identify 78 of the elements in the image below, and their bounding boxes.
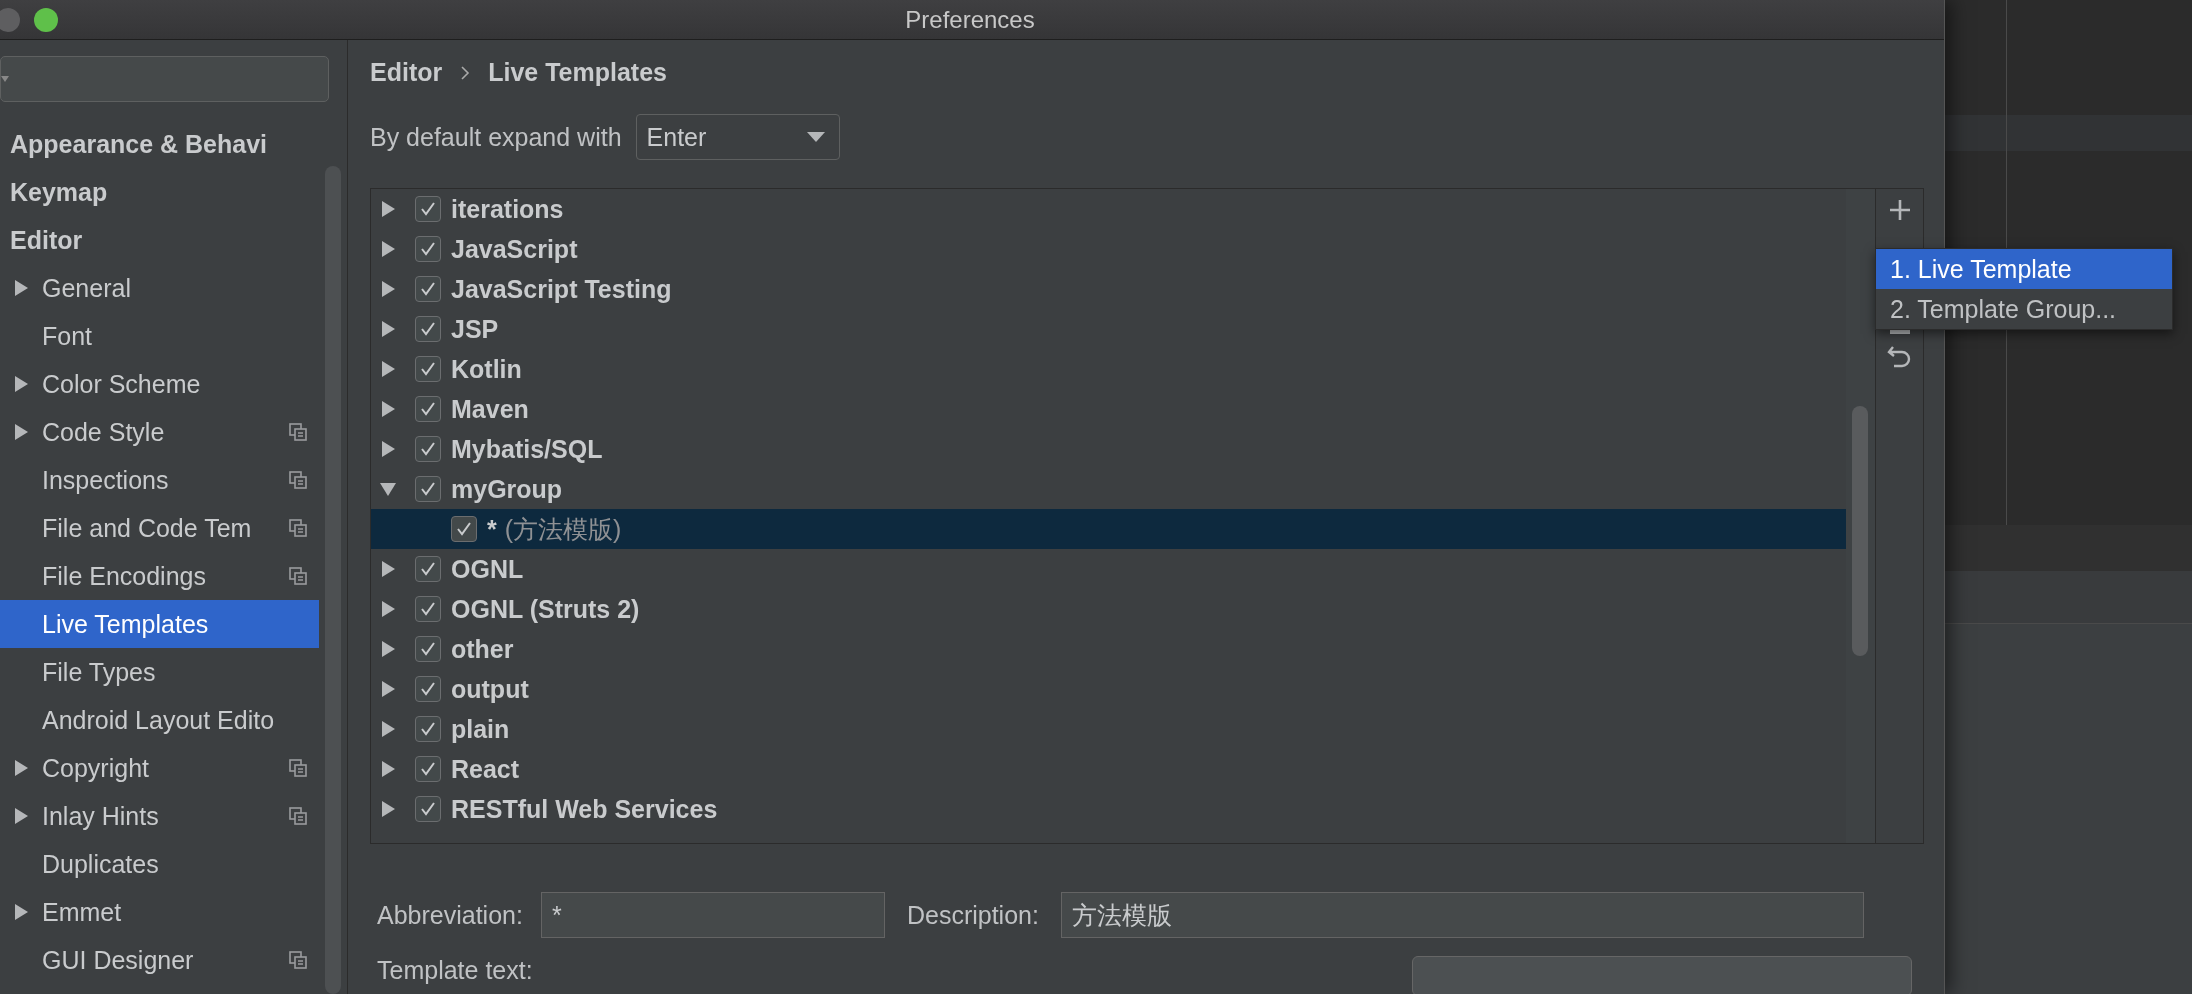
expand-key-dropdown[interactable]: Enter — [635, 114, 840, 160]
expand-with-label: By default expand with — [370, 122, 622, 152]
template-group-row[interactable]: React — [371, 749, 1846, 789]
template-group-row[interactable]: other — [371, 629, 1846, 669]
template-group-row[interactable]: JavaScript Testing — [371, 269, 1846, 309]
sidebar-item-label: Code Style — [42, 417, 165, 447]
template-group-row[interactable]: RESTful Web Services — [371, 789, 1846, 829]
sidebar-item[interactable]: Copyright — [0, 744, 319, 792]
template-abbreviation: * — [487, 514, 497, 544]
template-group-row[interactable]: Mybatis/SQL — [371, 429, 1846, 469]
sidebar-item[interactable]: General — [0, 264, 319, 312]
template-group-label: other — [451, 634, 514, 664]
template-row[interactable]: * (方法模版) — [371, 509, 1846, 549]
sidebar-item-label: Font — [42, 321, 93, 351]
template-group-row[interactable]: JSP — [371, 309, 1846, 349]
template-group-row[interactable]: Kotlin — [371, 349, 1846, 389]
description-field[interactable]: 方法模版 — [1060, 892, 1864, 938]
sidebar-item[interactable]: File and Code Tem — [0, 504, 319, 552]
template-group-label: myGroup — [451, 474, 563, 504]
sidebar-item[interactable]: Inspections — [0, 456, 319, 504]
menu-item[interactable]: 2. Template Group... — [1876, 289, 2172, 329]
sidebar-item-label: File and Code Tem — [42, 513, 252, 543]
sidebar-item[interactable]: Emmet — [0, 888, 319, 936]
sidebar-item[interactable]: Inlay Hints — [0, 792, 319, 840]
template-group-label: OGNL — [451, 554, 524, 584]
abbreviation-label: Abbreviation: — [377, 900, 523, 930]
sidebar-item-label: GUI Designer — [42, 945, 194, 975]
template-group-label: Kotlin — [451, 354, 522, 384]
sidebar-item-label: Live Templates — [42, 609, 209, 639]
template-group-label: plain — [451, 714, 510, 744]
sidebar-item-label: Inlay Hints — [42, 801, 159, 831]
sidebar-item-label: Inspections — [42, 465, 169, 495]
sidebar-item-label: Copyright — [42, 753, 149, 783]
sidebar-item-label: File Types — [42, 657, 156, 687]
sidebar-item[interactable]: Duplicates — [0, 840, 319, 888]
template-group-label: Maven — [451, 394, 529, 424]
sidebar-item[interactable]: Color Scheme — [0, 360, 319, 408]
template-group-row[interactable]: myGroup — [371, 469, 1846, 509]
selected-sidebar-item[interactable]: Live Templates — [0, 600, 319, 648]
sidebar-item-label: General — [42, 273, 131, 303]
template-group-row[interactable]: Maven — [371, 389, 1846, 429]
template-group-label: JSP — [451, 314, 499, 344]
sidebar-item-label: Duplicates — [42, 849, 159, 879]
sidebar-item-label: Emmet — [42, 897, 122, 927]
template-group-label: output — [451, 674, 529, 704]
sidebar-item[interactable]: GUI Designer — [0, 936, 319, 984]
template-group-label: JavaScript Testing — [451, 274, 672, 304]
template-description: (方法模版) — [504, 513, 622, 545]
breadcrumb-item: Live Templates — [488, 58, 667, 87]
template-group-row[interactable]: iterations — [371, 189, 1846, 229]
template-group-label: JavaScript — [451, 234, 578, 264]
sidebar-item[interactable]: File Types — [0, 648, 319, 696]
template-group-row[interactable]: OGNL (Struts 2) — [371, 589, 1846, 629]
sidebar-item[interactable]: File Encodings — [0, 552, 319, 600]
template-group-row[interactable]: plain — [371, 709, 1846, 749]
template-group-label: Mybatis/SQL — [451, 434, 603, 464]
sidebar-section[interactable]: Appearance & Behavi — [10, 129, 268, 159]
template-group-row[interactable]: JavaScript — [371, 229, 1846, 269]
sidebar-section[interactable]: Keymap — [10, 177, 108, 207]
sidebar-section[interactable]: Editor — [10, 225, 83, 255]
abbreviation-field[interactable]: * — [540, 892, 885, 938]
sidebar-item[interactable]: Font — [0, 312, 319, 360]
template-group-label: RESTful Web Services — [451, 794, 718, 824]
template-group-row[interactable]: output — [371, 669, 1846, 709]
template-text-label: Template text: — [377, 956, 533, 985]
template-group-label: iterations — [451, 194, 564, 224]
template-group-row[interactable]: OGNL — [371, 549, 1846, 589]
template-group-label: OGNL (Struts 2) — [451, 594, 640, 624]
sidebar-item[interactable]: Android Layout Edito — [0, 696, 319, 744]
window-title: Preferences — [904, 5, 1036, 34]
template-group-label: React — [451, 754, 520, 784]
sidebar-item-label: Android Layout Edito — [42, 705, 275, 735]
description-label: Description: — [906, 900, 1039, 930]
sidebar-item-label: File Encodings — [42, 561, 206, 591]
menu-item[interactable]: 1. Live Template — [1876, 249, 2172, 289]
sidebar-item-label: Color Scheme — [42, 369, 201, 399]
sidebar-item[interactable]: Code Style — [0, 408, 319, 456]
breadcrumb-item: Editor — [370, 58, 443, 87]
